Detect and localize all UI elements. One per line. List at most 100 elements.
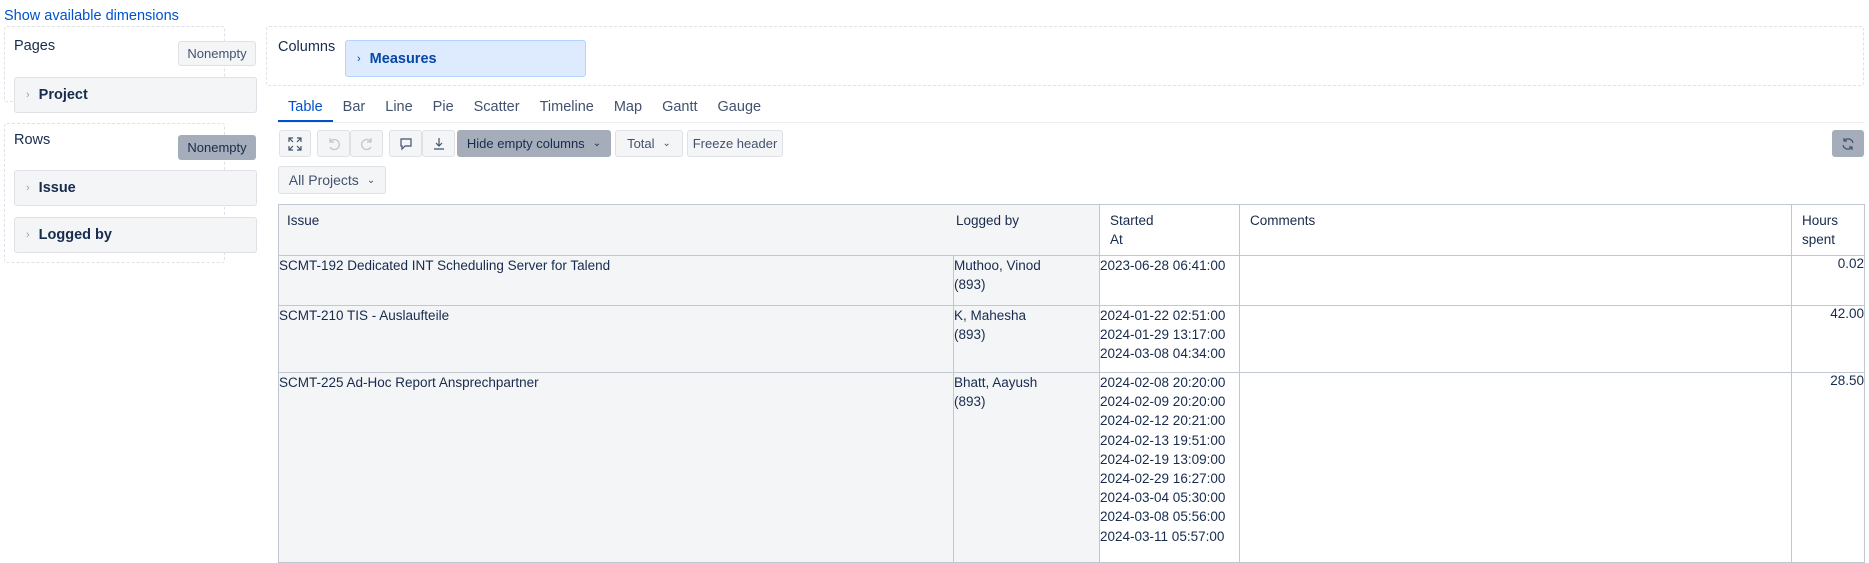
project-filter-dropdown[interactable]: All Projects ⌄ (278, 166, 386, 194)
expand-icon (288, 136, 302, 151)
table-row: SCMT-210 TIS - Auslaufteile K, Mahesha (… (278, 305, 1865, 373)
hours-header-line2: spent (1802, 232, 1836, 247)
dimension-project-label: Project (38, 87, 88, 103)
pages-title: Pages (14, 38, 56, 54)
tab-pie[interactable]: Pie (423, 96, 464, 122)
pages-nonempty-button[interactable]: Nonempty (178, 41, 256, 66)
total-dropdown[interactable]: Total ⌄ (615, 130, 683, 157)
started-at-value: 2024-02-13 19:51:00 (1100, 432, 1226, 448)
issue-header[interactable]: Issue Logged by (278, 204, 1100, 256)
chevron-down-icon: ⌄ (366, 174, 376, 186)
logged-by-cell[interactable]: Bhatt, Aayush (893) (953, 372, 1100, 563)
tab-table[interactable]: Table (278, 96, 333, 122)
table-row: SCMT-225 Ad-Hoc Report Ansprechpartner B… (278, 372, 1865, 563)
hours-spent-header[interactable]: Hours spent (1791, 204, 1865, 256)
started-at-value: 2024-03-11 05:57:00 (1100, 528, 1225, 544)
dimension-issue[interactable]: › Issue (14, 170, 257, 206)
started-at-header[interactable]: Started At (1099, 204, 1240, 256)
started-at-cell: 2024-01-22 02:51:00 2024-01-29 13:17:00 … (1099, 305, 1240, 373)
total-label: Total (627, 136, 655, 151)
logged-by-cell[interactable]: K, Mahesha (893) (953, 305, 1100, 373)
logged-by-name: Muthoo, Vinod (954, 258, 1041, 273)
issue-header-label: Issue (287, 213, 320, 228)
hours-spent-cell: 28.50 (1791, 372, 1865, 563)
rows-nonempty-button[interactable]: Nonempty (178, 135, 256, 160)
logged-by-count: (893) (954, 327, 986, 342)
chevron-right-icon: › (357, 52, 361, 65)
refresh-button[interactable] (1832, 130, 1864, 157)
show-available-dimensions-link[interactable]: Show available dimensions (4, 8, 179, 24)
download-icon (433, 137, 444, 150)
tab-timeline[interactable]: Timeline (530, 96, 604, 122)
chevron-right-icon: › (26, 229, 30, 241)
comments-cell (1239, 305, 1792, 373)
refresh-icon (1842, 137, 1854, 150)
tab-gantt[interactable]: Gantt (652, 96, 707, 122)
hours-header-line1: Hours (1802, 213, 1839, 228)
logged-by-header-label[interactable]: Logged by (948, 205, 1027, 236)
chevron-down-icon: ⌄ (662, 138, 671, 149)
comments-cell (1239, 255, 1792, 306)
hide-empty-columns-label: Hide empty columns (466, 136, 585, 151)
started-at-value: 2024-03-08 04:34:00 (1100, 346, 1226, 362)
rows-title: Rows (14, 132, 51, 148)
comments-header-label: Comments (1250, 213, 1316, 228)
issue-cell[interactable]: SCMT-225 Ad-Hoc Report Ansprechpartner (278, 372, 954, 563)
started-at-value: 2024-02-12 20:21:00 (1100, 413, 1226, 429)
columns-title: Columns (278, 39, 336, 55)
started-at-value: 2024-03-04 05:30:00 (1100, 490, 1226, 506)
comments-button[interactable] (389, 130, 422, 157)
issue-cell[interactable]: SCMT-210 TIS - Auslaufteile (278, 305, 954, 373)
started-at-cell: 2023-06-28 06:41:00 (1099, 255, 1240, 306)
fullscreen-button[interactable] (279, 130, 311, 157)
started-at-value: 2024-02-19 13:09:00 (1100, 451, 1226, 467)
redo-button[interactable] (350, 130, 383, 157)
hours-spent-cell: 42.00 (1791, 305, 1865, 373)
logged-by-name: Bhatt, Aayush (954, 375, 1038, 390)
logged-by-count: (893) (954, 394, 986, 409)
started-at-header-line1: Started (1110, 213, 1154, 228)
started-at-value: 2024-02-09 20:20:00 (1100, 394, 1226, 410)
tab-map[interactable]: Map (604, 96, 652, 122)
started-at-value: 2024-02-29 16:27:00 (1100, 471, 1226, 487)
project-filter-label: All Projects (288, 172, 359, 188)
dimension-measures-label: Measures (369, 50, 437, 67)
tab-bar[interactable]: Bar (333, 96, 376, 122)
redo-icon (360, 137, 372, 150)
report-table: Issue Logged by Started At Comments Hour… (278, 204, 1865, 563)
table-row: SCMT-192 Dedicated INT Scheduling Server… (278, 255, 1865, 306)
dimension-logged-by-label: Logged by (38, 227, 112, 243)
chevron-right-icon: › (26, 89, 30, 101)
logged-by-name: K, Mahesha (954, 308, 1027, 323)
logged-by-cell[interactable]: Muthoo, Vinod (893) (953, 255, 1100, 306)
comments-header[interactable]: Comments (1239, 204, 1792, 256)
started-at-value: 2024-01-22 02:51:00 (1100, 308, 1226, 323)
dimension-logged-by[interactable]: › Logged by (14, 217, 257, 253)
comments-cell (1239, 372, 1792, 563)
undo-button[interactable] (317, 130, 350, 157)
export-button[interactable] (422, 130, 455, 157)
started-at-value: 2024-02-08 20:20:00 (1100, 375, 1226, 390)
tab-line[interactable]: Line (375, 96, 422, 122)
hours-spent-cell: 0.02 (1791, 255, 1865, 306)
logged-by-count: (893) (954, 277, 986, 292)
started-at-value: 2023-06-28 06:41:00 (1100, 258, 1226, 273)
dimension-measures[interactable]: › Measures (345, 40, 586, 77)
undo-icon (328, 137, 340, 150)
dimension-issue-label: Issue (38, 180, 76, 196)
issue-cell[interactable]: SCMT-192 Dedicated INT Scheduling Server… (278, 255, 954, 306)
tabs-divider (278, 122, 1864, 123)
started-at-value: 2024-01-29 13:17:00 (1100, 327, 1226, 343)
dimension-project[interactable]: › Project (14, 77, 257, 113)
comment-icon (399, 137, 412, 150)
tab-scatter[interactable]: Scatter (464, 96, 530, 122)
chevron-down-icon: ⌄ (592, 138, 602, 149)
freeze-header-button[interactable]: Freeze header (687, 130, 783, 157)
chart-type-tabs: Table Bar Line Pie Scatter Timeline Map … (278, 96, 771, 122)
started-at-cell: 2024-02-08 20:20:00 2024-02-09 20:20:00 … (1099, 372, 1240, 563)
started-at-value: 2024-03-08 05:56:00 (1100, 509, 1226, 525)
started-at-header-line2: At (1110, 232, 1123, 247)
chevron-right-icon: › (26, 182, 30, 194)
hide-empty-columns-button[interactable]: Hide empty columns ⌄ (457, 130, 611, 157)
tab-gauge[interactable]: Gauge (708, 96, 772, 122)
